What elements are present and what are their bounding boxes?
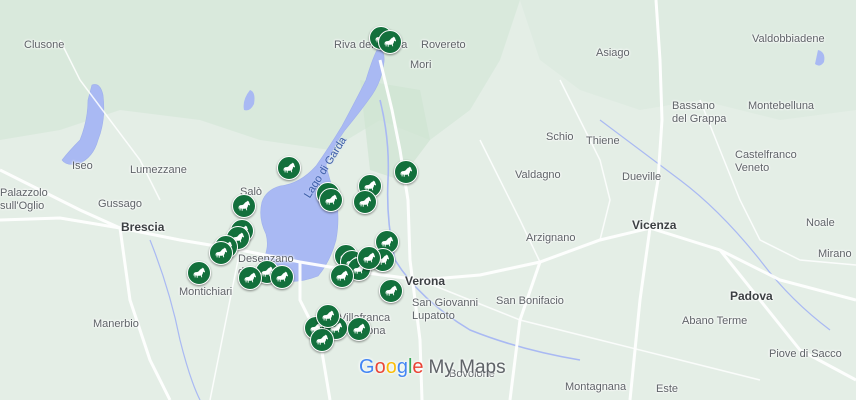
- town-label: Montagnana: [565, 381, 627, 393]
- horse-icon: [193, 266, 205, 278]
- horse-marker[interactable]: [330, 264, 354, 288]
- town-label: Mori: [410, 59, 432, 71]
- town-label: Clusone: [24, 39, 65, 51]
- map-canvas[interactable]: Lago di Garda ClusoneRiva del GardaRover…: [0, 0, 856, 400]
- horse-marker[interactable]: [209, 241, 233, 265]
- horse-icon: [385, 284, 397, 296]
- horse-marker[interactable]: [319, 188, 343, 212]
- google-my-maps-logo: Google My Maps: [359, 356, 506, 378]
- horse-icon: [353, 322, 365, 334]
- town-label: Dueville: [622, 171, 662, 183]
- horse-icon: [283, 161, 295, 173]
- town-label: San Giovanni Lupatoto: [412, 297, 479, 322]
- horse-marker[interactable]: [310, 328, 334, 352]
- town-label: Bassano del Grappa: [672, 100, 727, 125]
- horse-icon: [400, 165, 412, 177]
- town-label: Mirano: [818, 248, 852, 260]
- horse-marker[interactable]: [187, 261, 211, 285]
- town-label: Castelfranco Veneto: [735, 149, 797, 174]
- town-label: Piove di Sacco: [769, 348, 842, 360]
- town-label: Lumezzane: [130, 164, 187, 176]
- town-label: Rovereto: [421, 39, 466, 51]
- town-label: Asiago: [596, 47, 630, 59]
- horse-marker[interactable]: [394, 160, 418, 184]
- town-label: Manerbio: [93, 318, 139, 330]
- town-label: Iseo: [72, 160, 93, 172]
- horse-marker[interactable]: [316, 304, 340, 328]
- town-label: Arzignano: [526, 232, 576, 244]
- town-label: Palazzolo sull'Oglio: [0, 187, 48, 212]
- horse-marker[interactable]: [232, 194, 256, 218]
- town-label: Gussago: [98, 198, 143, 210]
- town-label: Schio: [546, 131, 574, 143]
- town-label: Abano Terme: [682, 315, 748, 327]
- town-label: Padova: [730, 289, 773, 303]
- horse-icon: [322, 309, 334, 321]
- town-label: Valdagno: [515, 169, 561, 181]
- horse-marker[interactable]: [270, 265, 294, 289]
- town-label: Verona: [405, 274, 446, 288]
- horse-marker[interactable]: [277, 156, 301, 180]
- horse-icon: [359, 195, 371, 207]
- horse-marker[interactable]: [347, 317, 371, 341]
- town-label: Thiene: [586, 135, 620, 147]
- town-label: Este: [656, 383, 679, 395]
- horse-marker[interactable]: [379, 279, 403, 303]
- horse-marker[interactable]: [353, 190, 377, 214]
- town-label: Valdobbiadene: [752, 33, 825, 45]
- horse-icon: [336, 269, 348, 281]
- brand-suffix: My Maps: [428, 357, 506, 378]
- horse-marker[interactable]: [238, 266, 262, 290]
- horse-icon: [384, 35, 396, 47]
- town-label: Montebelluna: [748, 100, 815, 112]
- horse-icon: [276, 270, 288, 282]
- horse-marker[interactable]: [357, 246, 381, 270]
- horse-icon: [363, 251, 375, 263]
- horse-icon: [325, 193, 337, 205]
- town-label: Montichiari: [179, 286, 233, 298]
- town-label: Noale: [806, 217, 835, 229]
- town-label: Brescia: [121, 220, 165, 234]
- horse-icon: [215, 246, 227, 258]
- town-label: San Bonifacio: [496, 295, 564, 307]
- horse-icon: [244, 271, 256, 283]
- horse-icon: [238, 199, 250, 211]
- town-label: Vicenza: [632, 218, 677, 232]
- horse-icon: [316, 333, 328, 345]
- horse-marker[interactable]: [378, 30, 402, 54]
